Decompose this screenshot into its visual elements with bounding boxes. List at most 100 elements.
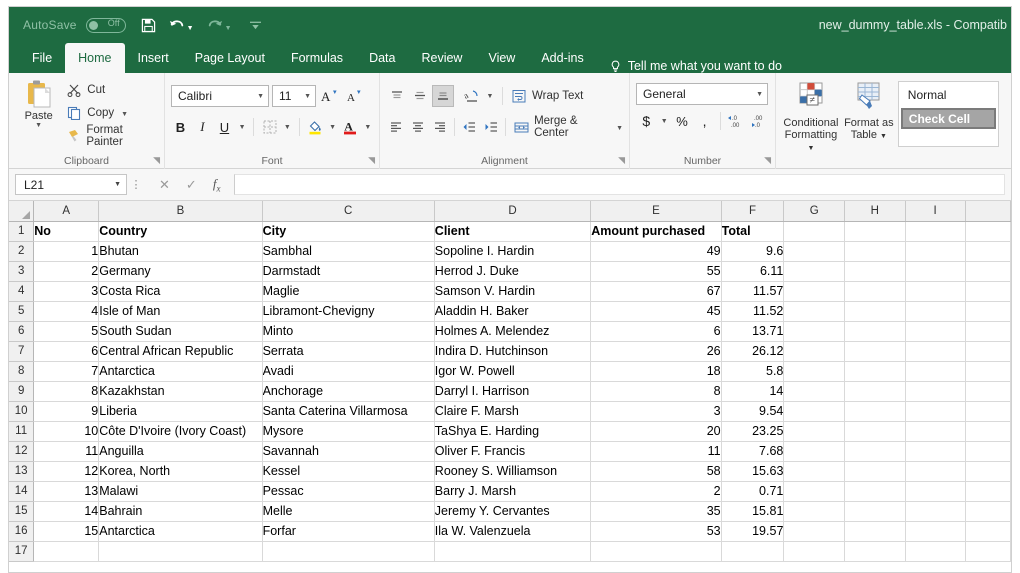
cell-d4[interactable]: Samson V. Hardin — [434, 281, 592, 302]
cell-i15[interactable] — [905, 501, 966, 522]
cell-i8[interactable] — [905, 361, 966, 382]
save-icon[interactable] — [141, 18, 156, 33]
cell-d15[interactable]: Jeremy Y. Cervantes — [434, 501, 592, 522]
cell-a15[interactable]: 14 — [33, 501, 100, 522]
cell-h5[interactable] — [844, 301, 906, 322]
cell-b7[interactable]: Central African Republic — [98, 341, 263, 362]
conditional-formatting-button[interactable]: ≠ Conditional Formatting ▼ — [782, 79, 840, 152]
redo-dropdown-caret[interactable]: ▼ — [225, 25, 232, 32]
cell-h16[interactable] — [844, 521, 906, 542]
cell-j15[interactable] — [965, 501, 1011, 522]
font-name-combo[interactable]: Calibri ▼ — [171, 85, 269, 107]
cell-c8[interactable]: Avadi — [262, 361, 435, 382]
align-left-button[interactable] — [386, 116, 407, 138]
cell-c7[interactable]: Serrata — [262, 341, 435, 362]
cell-e10[interactable]: 3 — [590, 401, 722, 422]
cell-a12[interactable]: 11 — [33, 441, 100, 462]
cell-a1[interactable]: No — [33, 221, 100, 242]
cell-g8[interactable] — [783, 361, 845, 382]
cell-h3[interactable] — [844, 261, 906, 282]
cell-i11[interactable] — [905, 421, 966, 442]
cell-d16[interactable]: Ila W. Valenzuela — [434, 521, 592, 542]
alignment-dialog-launcher[interactable]: ◥ — [618, 155, 625, 166]
align-top-button[interactable] — [386, 85, 408, 107]
cell-b11[interactable]: Côte D'Ivoire (Ivory Coast) — [98, 421, 263, 442]
cell-row17-0[interactable] — [33, 541, 100, 562]
align-middle-button[interactable] — [409, 85, 431, 107]
formula-input[interactable] — [234, 174, 1005, 195]
italic-button[interactable]: I — [193, 116, 212, 138]
confirm-icon[interactable]: ✓ — [186, 177, 197, 193]
cell-e14[interactable]: 2 — [590, 481, 722, 502]
font-name-caret[interactable]: ▼ — [251, 93, 264, 100]
cell-j11[interactable] — [965, 421, 1011, 442]
row-header-4[interactable]: 4 — [9, 281, 35, 302]
table-row[interactable]: 3 2 Germany Darmstadt Herrod J. Duke 55 6.11 — [9, 261, 1011, 282]
table-row[interactable]: 9 8 Kazakhstan Anchorage Darryl I. Harrison 8… — [9, 381, 1011, 402]
insert-function-icon[interactable]: fx — [213, 176, 221, 194]
cell-row17-6[interactable] — [783, 541, 845, 562]
cell-i5[interactable] — [905, 301, 966, 322]
spreadsheet-grid[interactable]: A B C D E F G H I 1 No Country City Clie… — [9, 201, 1011, 572]
cell-c3[interactable]: Darmstadt — [262, 261, 435, 282]
cell-i14[interactable] — [905, 481, 966, 502]
column-header-a[interactable]: A — [33, 201, 100, 222]
cell-g14[interactable] — [783, 481, 845, 502]
cell-f7[interactable]: 26.12 — [721, 341, 785, 362]
row-header-2[interactable]: 2 — [9, 241, 35, 262]
cell-e15[interactable]: 35 — [590, 501, 722, 522]
copy-dropdown-caret[interactable]: ▼ — [121, 111, 128, 118]
row-header-3[interactable]: 3 — [9, 261, 35, 282]
table-row[interactable]: 6 5 South Sudan Minto Holmes A. Melendez 6 13.… — [9, 321, 1011, 342]
cell-f2[interactable]: 9.6 — [721, 241, 785, 262]
clipboard-dialog-launcher[interactable]: ◥ — [153, 155, 160, 166]
cell-a4[interactable]: 3 — [33, 281, 100, 302]
cell-b1[interactable]: Country — [98, 221, 263, 242]
tab-page-layout[interactable]: Page Layout — [182, 43, 278, 73]
cell-h4[interactable] — [844, 281, 906, 302]
autosave-toggle[interactable]: Off — [85, 17, 126, 33]
cell-c10[interactable]: Santa Caterina Villarmosa — [262, 401, 435, 422]
cell-e4[interactable]: 67 — [590, 281, 722, 302]
wrap-text-button[interactable]: Wrap Text — [507, 85, 583, 107]
cell-e9[interactable]: 8 — [590, 381, 722, 402]
cell-style-normal[interactable]: Normal — [900, 84, 997, 105]
cell-e8[interactable]: 18 — [590, 361, 722, 382]
increase-decimal-icon[interactable]: .0.00 — [726, 110, 747, 132]
cell-e11[interactable]: 20 — [590, 421, 722, 442]
table-row[interactable]: 12 11 Anguilla Savannah Oliver F. Francis 11 7… — [9, 441, 1011, 462]
cell-j7[interactable] — [965, 341, 1011, 362]
column-header-f[interactable]: F — [721, 201, 785, 222]
cell-e1[interactable]: Amount purchased — [590, 221, 722, 242]
cell-j1[interactable] — [965, 221, 1011, 242]
column-header-d[interactable]: D — [434, 201, 592, 222]
cell-e2[interactable]: 49 — [590, 241, 722, 262]
cell-f9[interactable]: 14 — [721, 381, 785, 402]
text-orientation-icon[interactable]: a — [461, 85, 483, 107]
cell-e16[interactable]: 53 — [590, 521, 722, 542]
cell-c14[interactable]: Pessac — [262, 481, 435, 502]
cell-h12[interactable] — [844, 441, 906, 462]
name-box-caret[interactable]: ▼ — [114, 181, 121, 188]
cell-c5[interactable]: Libramont-Chevigny — [262, 301, 435, 322]
font-size-caret[interactable]: ▼ — [298, 93, 311, 100]
row-header-10[interactable]: 10 — [9, 401, 35, 422]
cell-c11[interactable]: Mysore — [262, 421, 435, 442]
cell-h8[interactable] — [844, 361, 906, 382]
row-header-14[interactable]: 14 — [9, 481, 35, 502]
cell-i13[interactable] — [905, 461, 966, 482]
tab-review[interactable]: Review — [408, 43, 475, 73]
cell-h14[interactable] — [844, 481, 906, 502]
cell-a14[interactable]: 13 — [33, 481, 100, 502]
cell-g16[interactable] — [783, 521, 845, 542]
table-row[interactable]: 7 6 Central African Republic Serrata Indira … — [9, 341, 1011, 362]
cell-row17-7[interactable] — [844, 541, 906, 562]
cell-g7[interactable] — [783, 341, 845, 362]
number-dialog-launcher[interactable]: ◥ — [764, 155, 771, 166]
formula-bar-handle[interactable]: ⋮ — [127, 178, 145, 191]
underline-button[interactable]: U — [215, 116, 234, 138]
cell-e13[interactable]: 58 — [590, 461, 722, 482]
cell-f12[interactable]: 7.68 — [721, 441, 785, 462]
cell-row17-2[interactable] — [262, 541, 435, 562]
cell-b16[interactable]: Antarctica — [98, 521, 263, 542]
